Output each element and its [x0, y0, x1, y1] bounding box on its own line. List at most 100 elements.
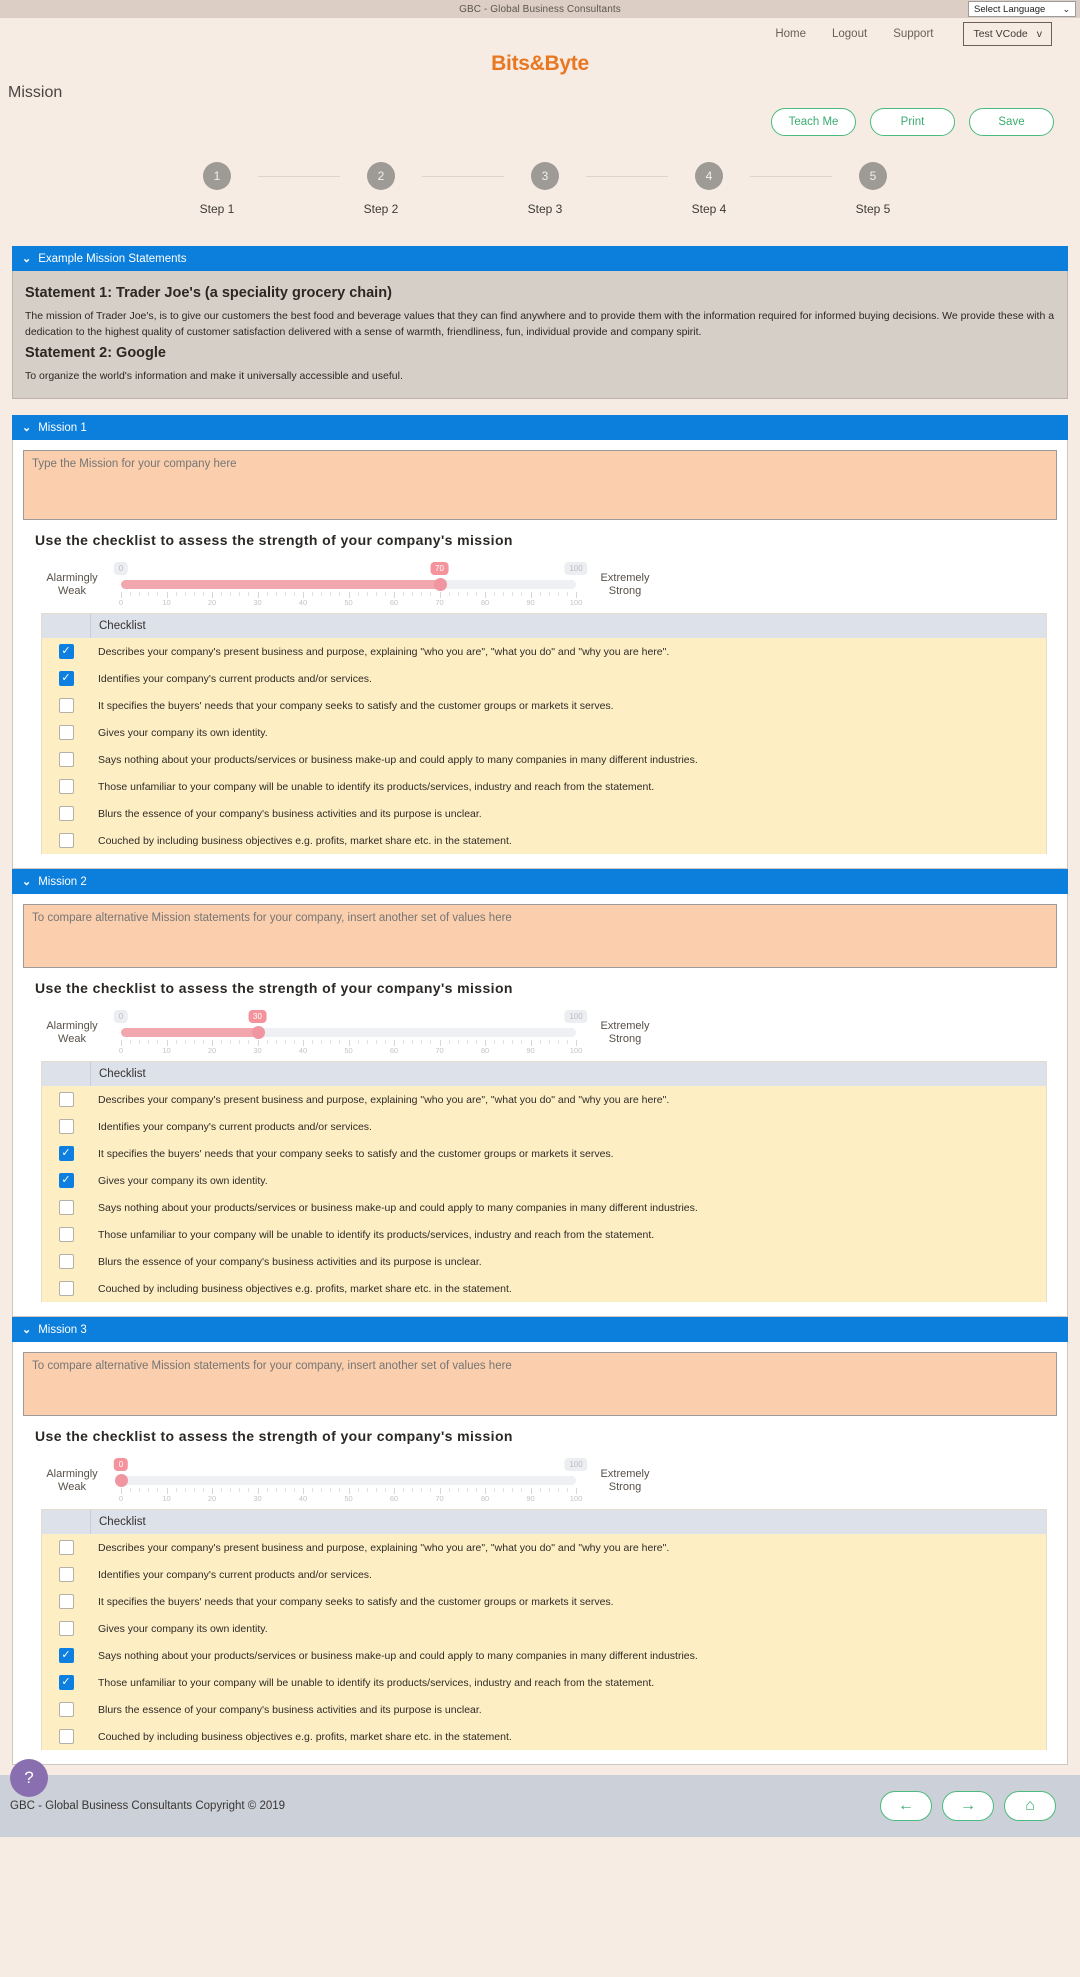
slider-tick: [566, 1040, 568, 1045]
step-circle: 5: [859, 162, 887, 190]
mission-1-title: Mission 1: [38, 421, 87, 434]
slider-handle[interactable]: [433, 578, 447, 592]
checklist-checkbox-2[interactable]: [58, 1567, 74, 1583]
slider-tick: [366, 592, 368, 597]
checklist-row: It specifies the buyers' needs that your…: [42, 1140, 1046, 1168]
checklist-checkbox-7[interactable]: [58, 1254, 74, 1270]
checklist-row: Describes your company's present busines…: [42, 1534, 1046, 1562]
step-indicator: 1 Step 1 2 Step 2 3 Step 3 4 Step 4 5 St…: [0, 162, 1080, 216]
nav-link-support[interactable]: Support: [893, 28, 933, 40]
checklist-row: Those unfamiliar to your company will be…: [42, 773, 1046, 801]
site-title: GBC - Global Business Consultants: [459, 3, 621, 15]
mission-3-score-slider[interactable]: 001000102030405060708090100: [113, 1458, 588, 1504]
nav-link-logout[interactable]: Logout: [832, 28, 867, 40]
checklist-checkbox-4[interactable]: [58, 1621, 74, 1637]
checklist-checkbox-8[interactable]: [58, 1281, 74, 1297]
slider-high-line1: Extremely: [600, 1467, 650, 1480]
slider-low-line2: Weak: [58, 585, 86, 598]
mission-1-header[interactable]: ⌄ Mission 1: [12, 415, 1068, 441]
slider-tick: [421, 592, 423, 597]
slider-tick-label: 0: [118, 598, 124, 608]
slider-tick-label: 10: [162, 1046, 171, 1056]
nav-link-home[interactable]: Home: [775, 28, 806, 40]
help-button[interactable]: ?: [10, 1759, 48, 1798]
checklist-item-label: Says nothing about your products/service…: [98, 753, 698, 766]
user-vcode-label: Test VCode: [973, 28, 1028, 40]
teach-me-button[interactable]: Teach Me: [771, 108, 856, 136]
mission-3-textarea[interactable]: [23, 1352, 1057, 1417]
checklist-checkbox-6[interactable]: [58, 1227, 74, 1243]
mission-2-textarea[interactable]: [23, 904, 1057, 969]
checklist-checkbox-1[interactable]: [58, 1540, 74, 1556]
slider-tick: [193, 592, 195, 597]
previous-arrow-icon[interactable]: ←: [880, 1791, 932, 1822]
slider-tick: [184, 592, 186, 597]
checklist-checkbox-8[interactable]: [58, 1729, 74, 1745]
save-button[interactable]: Save: [969, 108, 1054, 136]
checklist-checkbox-3[interactable]: [58, 698, 74, 714]
mission-1-textarea[interactable]: [23, 450, 1057, 521]
statement-2-title: Statement 2: Google: [25, 344, 166, 361]
checklist-checkbox-7[interactable]: [58, 806, 74, 822]
print-button[interactable]: Print: [870, 108, 955, 136]
mission-panels: ⌄ Mission 1 Use the checklist to assess th…: [0, 415, 1080, 1766]
slider-high-line2: Strong: [608, 1481, 642, 1494]
step-item-2[interactable]: 2 Step 2: [340, 162, 422, 216]
slider-tick: [457, 1040, 459, 1045]
checklist-checkbox-6[interactable]: [58, 1675, 74, 1691]
checklist-checkbox-6[interactable]: [58, 779, 74, 795]
chevron-down-icon: ⌄: [22, 1324, 32, 1337]
language-select[interactable]: Select Language ⌄: [968, 1, 1076, 17]
checklist-item-label: Those unfamiliar to your company will be…: [98, 1228, 655, 1241]
checklist-checkbox-1[interactable]: [58, 1092, 74, 1108]
step-item-1[interactable]: 1 Step 1: [176, 162, 258, 216]
checklist-row: Gives your company its own identity.: [42, 719, 1046, 747]
slider-tick: [193, 1040, 195, 1045]
checklist-checkbox-3[interactable]: [58, 1146, 74, 1162]
checklist-row: Couched by including business objectives…: [42, 827, 1046, 855]
checklist-checkbox-4[interactable]: [58, 725, 74, 741]
slider-tick: [130, 1040, 132, 1045]
checklist-item-label: Those unfamiliar to your company will be…: [98, 1676, 655, 1689]
mission-2-score-slider[interactable]: 0 30 100 0 10 20 30 40 50 60 70 80 90 100: [113, 1010, 588, 1056]
slider-low-line1: Alarmingly: [46, 571, 98, 584]
checklist-item-label: Blurs the essence of your company's busi…: [98, 807, 482, 820]
step-item-3[interactable]: 3 Step 3: [504, 162, 586, 216]
step-item-5[interactable]: 5 Step 5: [832, 162, 914, 216]
slider-tick-label: 30: [253, 1494, 262, 1504]
checklist-checkbox-4[interactable]: [58, 1173, 74, 1189]
example-statements-header[interactable]: ⌄ Example Mission Statements: [12, 246, 1068, 271]
user-vcode-dropdown[interactable]: Test VCode v: [963, 22, 1052, 46]
checklist-checkbox-8[interactable]: [58, 833, 74, 849]
mission-2-header[interactable]: ⌄ Mission 2: [12, 869, 1068, 895]
checklist-row: Says nothing about your products/service…: [42, 1642, 1046, 1670]
checklist-checkbox-2[interactable]: [58, 1119, 74, 1135]
checklist-item-label: Identifies your company's current produc…: [98, 1568, 372, 1581]
home-icon[interactable]: ⌂: [1004, 1791, 1056, 1822]
slider-min-bubble: 0: [113, 1010, 129, 1024]
slider-handle[interactable]: [115, 1474, 128, 1488]
checklist-checkbox-1[interactable]: [58, 644, 74, 660]
checklist-checkbox-5[interactable]: [58, 752, 74, 768]
checklist-checkbox-5[interactable]: [58, 1648, 74, 1664]
slider-handle[interactable]: [251, 1026, 265, 1040]
slider-tick: [139, 592, 141, 597]
mission-1-score-slider[interactable]: 0 70 100 0 10 20 30 40 50 60 70 80 90 100: [113, 562, 588, 608]
checklist-checkbox-7[interactable]: [58, 1702, 74, 1718]
language-select-label: Select Language: [974, 3, 1046, 15]
checklist-checkbox-5[interactable]: [58, 1200, 74, 1216]
slider-tick: [448, 1040, 450, 1045]
checklist-heading: Use the checklist to assess the strength…: [35, 532, 513, 549]
slider-tick: [557, 1488, 559, 1493]
next-arrow-icon[interactable]: →: [942, 1791, 994, 1822]
checklist-row: It specifies the buyers' needs that your…: [42, 692, 1046, 720]
mission-3-header[interactable]: ⌄ Mission 3: [12, 1317, 1068, 1343]
checklist-checkbox-2[interactable]: [58, 671, 74, 687]
slider-tick: [230, 592, 232, 597]
slider-tick: [412, 1488, 414, 1493]
slider-tick: [275, 1040, 277, 1045]
slider-tick: [330, 1040, 332, 1045]
step-item-4[interactable]: 4 Step 4: [668, 162, 750, 216]
checklist-checkbox-3[interactable]: [58, 1594, 74, 1610]
slider-tick-label: 80: [480, 1046, 490, 1056]
